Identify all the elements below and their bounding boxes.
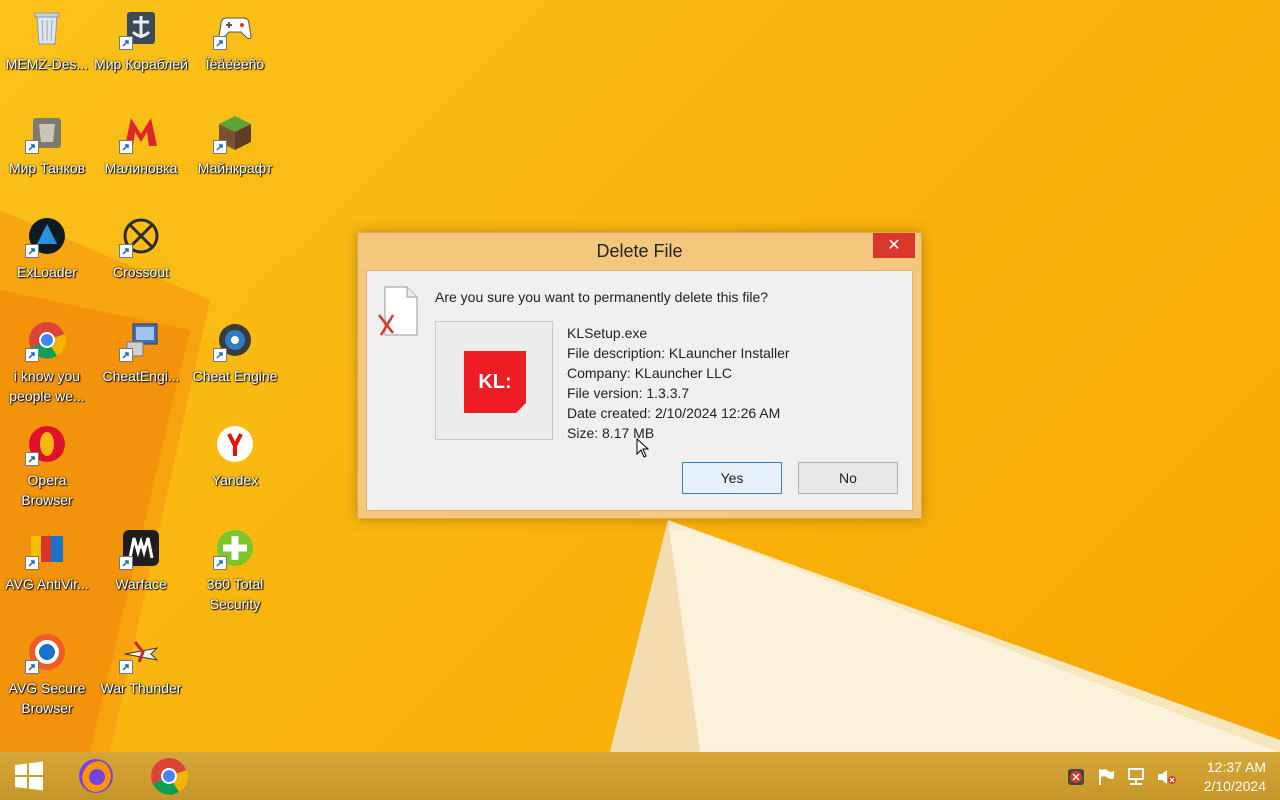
shortcut-arrow-icon bbox=[25, 348, 39, 362]
desktop-icon-cheatengine-folder[interactable]: CheatEngi... bbox=[94, 314, 188, 412]
shortcut-arrow-icon bbox=[213, 348, 227, 362]
file-info: KLSetup.exe File description: KLauncher … bbox=[567, 323, 790, 443]
security-alert-icon[interactable] bbox=[1066, 767, 1086, 787]
opera-icon bbox=[25, 424, 67, 466]
malinovka-icon bbox=[119, 112, 161, 154]
no-button[interactable]: No bbox=[798, 462, 898, 494]
clock-time: 12:37 AM bbox=[1206, 759, 1266, 775]
world-of-warships-icon bbox=[119, 8, 161, 50]
shortcut-arrow-icon bbox=[119, 140, 133, 154]
clock-date: 2/10/2024 bbox=[1203, 778, 1266, 794]
desktop: MEMZ-Des... Мир Танков ExLoader i know y… bbox=[0, 0, 1280, 752]
firefox-icon bbox=[79, 759, 113, 793]
desktop-icon-cheat-engine[interactable]: Cheat Engine bbox=[188, 314, 282, 412]
world-of-tanks-icon bbox=[25, 112, 67, 154]
close-button[interactable]: ✕ bbox=[873, 233, 915, 258]
file-preview: KL: bbox=[435, 321, 553, 440]
war-thunder-icon bbox=[119, 632, 161, 674]
shortcut-arrow-icon bbox=[119, 244, 133, 258]
desktop-icon-warface[interactable]: Warface bbox=[94, 522, 188, 620]
desktop-icon-avg-antivirus[interactable]: AVG AntiVir... bbox=[0, 522, 94, 620]
file-name: KLSetup.exe bbox=[567, 325, 648, 341]
gamepad-icon bbox=[213, 8, 255, 50]
delete-file-icon bbox=[378, 286, 418, 336]
system-tray bbox=[1060, 752, 1190, 800]
shortcut-arrow-icon bbox=[25, 452, 39, 466]
recycle-bin-icon bbox=[27, 8, 67, 48]
crossout-icon bbox=[119, 216, 161, 258]
delete-file-dialog: Delete File ✕ Are you sure you want to p… bbox=[357, 232, 922, 519]
desktop-icon-chrome-shortcut[interactable]: i know you people we... bbox=[0, 314, 94, 412]
desktop-icon-avg-secure-browser[interactable]: AVG Secure Browser bbox=[0, 626, 94, 724]
desktop-icon-war-thunder[interactable]: War Thunder bbox=[94, 626, 188, 724]
avg-secure-browser-icon bbox=[25, 632, 67, 674]
desktop-icon-yandex[interactable]: Yandex bbox=[188, 418, 282, 516]
file-version: File version: 1.3.3.7 bbox=[567, 385, 690, 401]
shortcut-arrow-icon bbox=[119, 556, 133, 570]
file-size: Size: 8.17 MB bbox=[567, 425, 655, 441]
klauncher-logo-text: KL: bbox=[478, 371, 512, 393]
chrome-icon bbox=[25, 320, 67, 362]
desktop-icon-crossout[interactable]: Crossout bbox=[94, 210, 188, 308]
network-icon[interactable] bbox=[1126, 767, 1148, 787]
confirmation-question: Are you sure you want to permanently del… bbox=[435, 289, 769, 305]
desktop-icon-malinovka[interactable]: Малиновка bbox=[94, 106, 188, 204]
dialog-body: Are you sure you want to permanently del… bbox=[366, 270, 913, 511]
file-description: File description: KLauncher Installer bbox=[567, 345, 790, 361]
shortcut-arrow-icon bbox=[213, 36, 227, 50]
desktop-icon-exloader[interactable]: ExLoader bbox=[0, 210, 94, 308]
taskbar-clock[interactable]: 12:37 AM 2/10/2024 bbox=[1186, 758, 1266, 796]
file-company: Company: KLauncher LLC bbox=[567, 365, 732, 381]
shortcut-arrow-icon bbox=[25, 140, 39, 154]
action-center-flag-icon[interactable] bbox=[1096, 767, 1116, 787]
file-date-created: Date created: 2/10/2024 12:26 AM bbox=[567, 405, 781, 421]
volume-muted-icon[interactable] bbox=[1156, 767, 1178, 787]
dialog-title: Delete File bbox=[596, 241, 683, 261]
windows-logo-icon bbox=[15, 761, 43, 791]
yes-button[interactable]: Yes bbox=[682, 462, 782, 494]
taskbar-firefox-button[interactable] bbox=[66, 752, 126, 800]
exloader-icon bbox=[25, 216, 67, 258]
desktop-icon-mir-tankov[interactable]: Мир Танков bbox=[0, 106, 94, 204]
360-total-security-icon bbox=[213, 528, 255, 570]
shortcut-arrow-icon bbox=[213, 556, 227, 570]
shortcut-arrow-icon bbox=[25, 660, 39, 674]
shortcut-arrow-icon bbox=[119, 660, 133, 674]
desktop-icon-360-total-security[interactable]: 360 Total Security bbox=[188, 522, 282, 620]
chrome-icon bbox=[151, 758, 189, 795]
close-icon: ✕ bbox=[887, 237, 901, 254]
shortcut-arrow-icon bbox=[119, 348, 133, 362]
yandex-icon bbox=[215, 424, 255, 464]
shortcut-arrow-icon bbox=[25, 244, 39, 258]
mouse-cursor-icon bbox=[636, 438, 650, 458]
desktop-icon-minecraft[interactable]: Майнкрафт bbox=[188, 106, 282, 204]
shortcut-arrow-icon bbox=[213, 140, 227, 154]
cheat-engine-icon bbox=[213, 320, 255, 362]
start-button[interactable] bbox=[0, 752, 60, 800]
desktop-icon-mir-korabley[interactable]: Мир Кораблей bbox=[94, 2, 188, 100]
taskbar-chrome-button[interactable] bbox=[139, 752, 199, 800]
warface-icon bbox=[119, 528, 161, 570]
avg-antivirus-icon bbox=[25, 528, 67, 570]
desktop-icon-memz[interactable]: MEMZ-Des... bbox=[0, 2, 94, 100]
desktop-icon-playlist[interactable]: Ïëåéëèñò bbox=[188, 2, 282, 100]
cheatengine-folder-icon bbox=[119, 320, 161, 362]
shortcut-arrow-icon bbox=[25, 556, 39, 570]
desktop-icon-opera[interactable]: Opera Browser bbox=[0, 418, 94, 516]
taskbar: 12:37 AM 2/10/2024 bbox=[0, 752, 1280, 800]
shortcut-arrow-icon bbox=[119, 36, 133, 50]
minecraft-icon bbox=[213, 112, 255, 154]
